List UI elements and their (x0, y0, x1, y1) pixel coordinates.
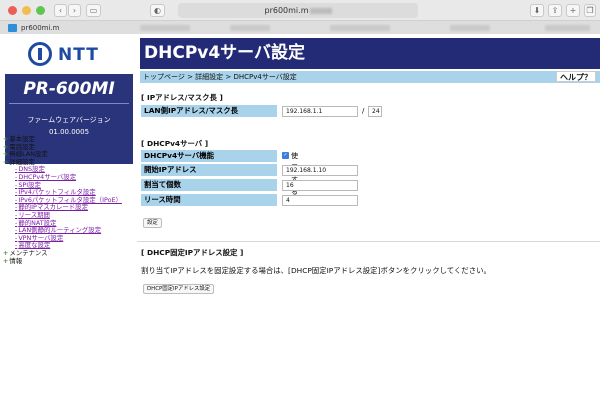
address-text: pr600mi.m (264, 6, 309, 15)
minimize-window-button[interactable] (22, 6, 31, 15)
side-nav: +基本設定 +電話設定 +無線LAN設定 −詳細設定 -DNS設定 -DHCPv… (3, 135, 122, 266)
fixed-ip-section-heading: [ DHCP固定IPアドレス設定 ] (141, 248, 244, 257)
address-bar[interactable]: pr600mi.m (178, 3, 418, 18)
main-content: DHCPv4サーバ設定 トップページ > 詳細設定 > DHCPv4サーバ設定 … (137, 34, 600, 395)
count-label: 割当て個数 (141, 179, 277, 191)
sidebar-toggle-icon[interactable]: ▭ (86, 4, 101, 17)
lease-label: リース時間 (141, 194, 277, 206)
left-panel: NTT PR-600MI ファームウェアバージョン 01.00.0005 +基本… (0, 34, 137, 395)
browser-toolbar: ‹ › ▭ ◐ pr600mi.m ⬇ ⇪ + ❐ pr600mi.m (0, 0, 600, 34)
ntt-logo-icon (28, 42, 52, 66)
help-button[interactable]: ヘルプ？ (556, 71, 596, 82)
lan-ip-label: LAN側IPアドレス/マスク長 (141, 105, 277, 117)
ip-section-heading: [ IPアドレス/マスク長 ] (141, 93, 223, 102)
lan-ip-field[interactable]: 192.168.1.1 (282, 106, 358, 117)
dhcp-func-label: DHCPv4サーバ機能 (141, 150, 277, 162)
breadcrumb-text: トップページ > 詳細設定 > DHCPv4サーバ設定 (143, 73, 297, 81)
fixed-ip-description: 割り当てIPアドレスを固定設定する場合は、[DHCP固定IPアドレス設定]ボタン… (141, 266, 491, 275)
page-title: DHCPv4サーバ設定 (140, 38, 600, 69)
start-ip-field[interactable]: 192.168.1.10 (282, 165, 358, 176)
nav-info[interactable]: +情報 (3, 257, 122, 266)
slash-separator: / (362, 107, 365, 115)
tab-title: pr600mi.m (21, 24, 60, 32)
model-name: PR-600MI (23, 79, 115, 99)
tabs-overview-icon[interactable]: ❐ (584, 4, 596, 17)
count-field[interactable]: 16 (282, 180, 358, 191)
set-button[interactable]: 設定 (143, 218, 162, 228)
fixed-ip-button[interactable]: DHCP固定IPアドレス設定 (143, 284, 215, 294)
mask-length-field[interactable]: 24 (368, 106, 382, 117)
ntt-logo: NTT (28, 42, 128, 68)
tab-router[interactable]: pr600mi.m (8, 22, 158, 34)
dhcp-enable-checkbox[interactable]: ✓ (282, 152, 289, 159)
start-ip-label: 開始IPアドレス (141, 164, 277, 176)
router-favicon-icon (8, 24, 17, 32)
tab-strip: pr600mi.m (0, 20, 600, 34)
download-icon[interactable]: ⬇ (530, 4, 544, 17)
lease-field[interactable]: 4 (282, 195, 358, 206)
firmware-label: ファームウェアバージョン (27, 116, 111, 124)
forward-icon[interactable]: › (68, 4, 81, 17)
new-tab-icon[interactable]: + (566, 4, 580, 17)
share-icon[interactable]: ⇪ (548, 4, 562, 17)
divider (137, 241, 600, 242)
close-window-button[interactable] (8, 6, 17, 15)
breadcrumb: トップページ > 詳細設定 > DHCPv4サーバ設定 ヘルプ？ (140, 71, 600, 83)
shield-icon[interactable]: ◐ (150, 4, 165, 17)
logo-text: NTT (58, 45, 99, 65)
back-icon[interactable]: ‹ (54, 4, 67, 17)
dhcp-section-heading: [ DHCPv4サーバ ] (141, 139, 209, 148)
zoom-window-button[interactable] (36, 6, 45, 15)
